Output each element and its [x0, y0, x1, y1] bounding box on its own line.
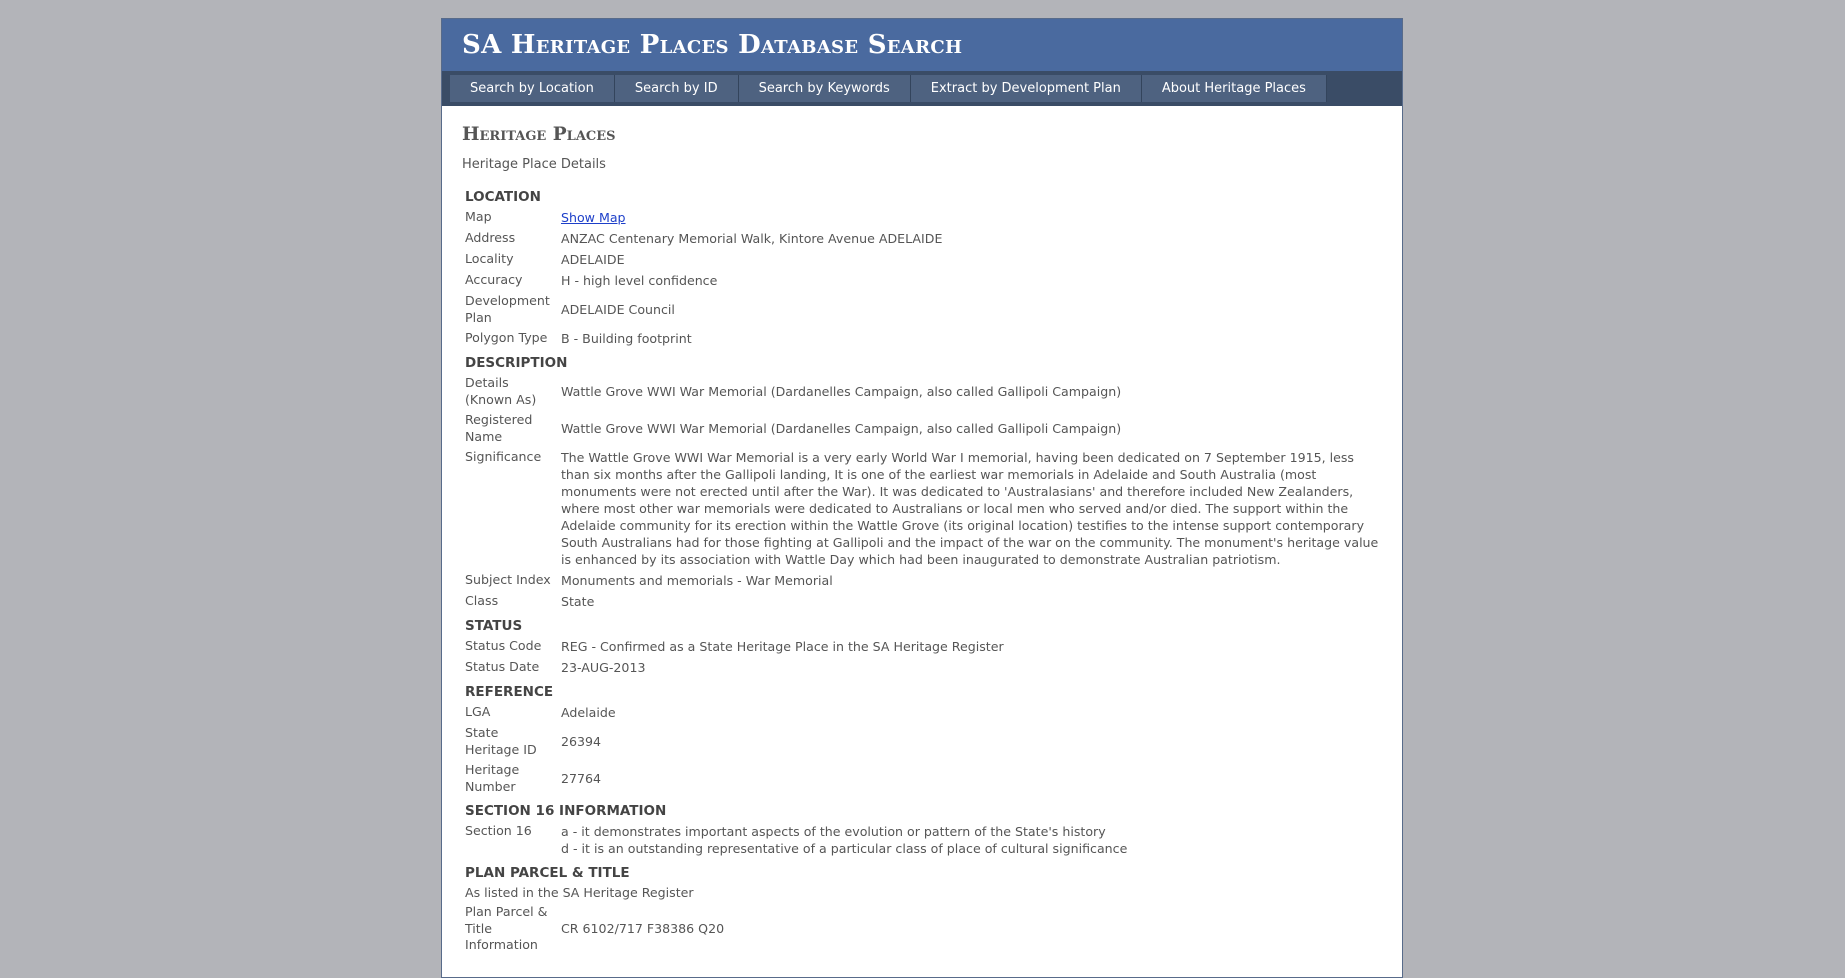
- row-registered-name: Registered Name Wattle Grove WWI War Mem…: [463, 411, 1382, 448]
- row-known-as: Details (Known As) Wattle Grove WWI War …: [463, 374, 1382, 411]
- page-subtitle: Heritage Place Details: [462, 157, 606, 172]
- row-plan-parcel-title: Plan Parcel & Title Information CR 6102/…: [463, 903, 1382, 957]
- value-registered-name: Wattle Grove WWI War Memorial (Dardanell…: [560, 421, 1122, 436]
- row-status-date: Status Date 23-AUG-2013: [463, 658, 1382, 679]
- value-locality: ADELAIDE: [560, 252, 625, 267]
- section-16-title: SECTION 16 INFORMATION: [465, 803, 667, 819]
- value-class: State: [560, 594, 595, 609]
- label-lga: LGA: [465, 704, 491, 720]
- row-status-code: Status Code REG - Confirmed as a State H…: [463, 637, 1382, 658]
- show-map-link[interactable]: Show Map: [561, 210, 626, 225]
- label-significance: Significance: [465, 449, 542, 464]
- label-registered-name: Registered Name: [465, 412, 533, 444]
- section-location-title: LOCATION: [465, 189, 541, 205]
- value-heritage-number: 27764: [560, 771, 602, 786]
- value-status-date: 23-AUG-2013: [560, 660, 646, 675]
- page-frame: SA Heritage Places Database Search Searc…: [441, 18, 1403, 978]
- nav-about-heritage-places[interactable]: About Heritage Places: [1141, 75, 1327, 102]
- row-state-heritage-id: State Heritage ID 26394: [463, 724, 1382, 761]
- label-development-plan: Development Plan: [465, 293, 550, 325]
- value-subject-index: Monuments and memorials - War Memorial: [560, 573, 833, 588]
- row-class: Class State: [463, 592, 1382, 613]
- value-address: ANZAC Centenary Memorial Walk, Kintore A…: [560, 231, 943, 246]
- row-locality: Locality ADELAIDE: [463, 250, 1382, 271]
- value-accuracy: H - high level confidence: [560, 273, 718, 288]
- label-known-as: Details (Known As): [465, 375, 537, 407]
- label-status-date: Status Date: [465, 659, 540, 675]
- section-plan-parcel-title: PLAN PARCEL & TITLE: [465, 865, 630, 881]
- label-status-code: Status Code: [465, 638, 542, 654]
- value-state-heritage-id: 26394: [560, 734, 602, 749]
- label-plan-parcel-title: Plan Parcel & Title Information: [465, 904, 548, 952]
- site-title: SA Heritage Places Database Search: [462, 30, 963, 60]
- row-address: Address ANZAC Centenary Memorial Walk, K…: [463, 229, 1382, 250]
- row-polygon-type: Polygon Type B - Building footprint: [463, 329, 1382, 350]
- row-lga: LGA Adelaide: [463, 703, 1382, 724]
- value-status-code: REG - Confirmed as a State Heritage Plac…: [560, 639, 1004, 654]
- label-address: Address: [465, 230, 516, 246]
- label-accuracy: Accuracy: [465, 272, 523, 288]
- label-locality: Locality: [465, 251, 514, 267]
- nav-search-by-location[interactable]: Search by Location: [450, 75, 615, 102]
- page-heading: Heritage Places: [462, 124, 616, 145]
- value-plan-parcel-title: CR 6102/717 F38386 Q20: [560, 921, 725, 937]
- row-heritage-number: Heritage Number 27764: [463, 761, 1382, 798]
- label-section-16: Section 16: [465, 823, 532, 838]
- value-criteria-d: d - it is an outstanding representative …: [560, 841, 1128, 856]
- nav-search-by-keywords[interactable]: Search by Keywords: [738, 75, 911, 102]
- details-table: LOCATION Map Show Map Address ANZAC Cent…: [463, 184, 1382, 957]
- value-lga: Adelaide: [560, 705, 616, 720]
- label-class: Class: [465, 593, 499, 609]
- row-subject-index: Subject Index Monuments and memorials - …: [463, 571, 1382, 592]
- label-polygon-type: Polygon Type: [465, 330, 548, 346]
- row-significance: Significance The Wattle Grove WWI War Me…: [463, 448, 1382, 571]
- value-significance: The Wattle Grove WWI War Memorial is a v…: [560, 450, 1379, 567]
- section-reference-title: REFERENCE: [465, 684, 554, 700]
- value-polygon-type: B - Building footprint: [560, 331, 692, 346]
- plan-note: As listed in the SA Heritage Register: [465, 885, 694, 900]
- row-section-16: Section 16 a - it demonstrates important…: [463, 822, 1382, 860]
- label-map: Map: [465, 209, 492, 225]
- value-known-as: Wattle Grove WWI War Memorial (Dardanell…: [560, 384, 1122, 399]
- row-map: Map Show Map: [463, 208, 1382, 229]
- row-development-plan: Development Plan ADELAIDE Council: [463, 292, 1382, 329]
- main-nav: Search by Location Search by ID Search b…: [442, 71, 1402, 106]
- nav-search-by-id[interactable]: Search by ID: [614, 75, 739, 102]
- label-subject-index: Subject Index: [465, 572, 551, 588]
- row-accuracy: Accuracy H - high level confidence: [463, 271, 1382, 292]
- nav-extract-by-development-plan[interactable]: Extract by Development Plan: [910, 75, 1142, 102]
- label-heritage-number: Heritage Number: [465, 762, 520, 794]
- section-status-title: STATUS: [465, 618, 523, 634]
- section-description-title: DESCRIPTION: [465, 355, 568, 371]
- value-criteria-a: a - it demonstrates important aspects of…: [560, 824, 1106, 839]
- row-plan-note: As listed in the SA Heritage Register: [463, 884, 1382, 903]
- label-state-heritage-id: State Heritage ID: [465, 725, 537, 757]
- site-header: SA Heritage Places Database Search: [442, 19, 1402, 71]
- main-content: Heritage Places Heritage Place Details L…: [442, 106, 1402, 957]
- value-development-plan: ADELAIDE Council: [560, 302, 675, 317]
